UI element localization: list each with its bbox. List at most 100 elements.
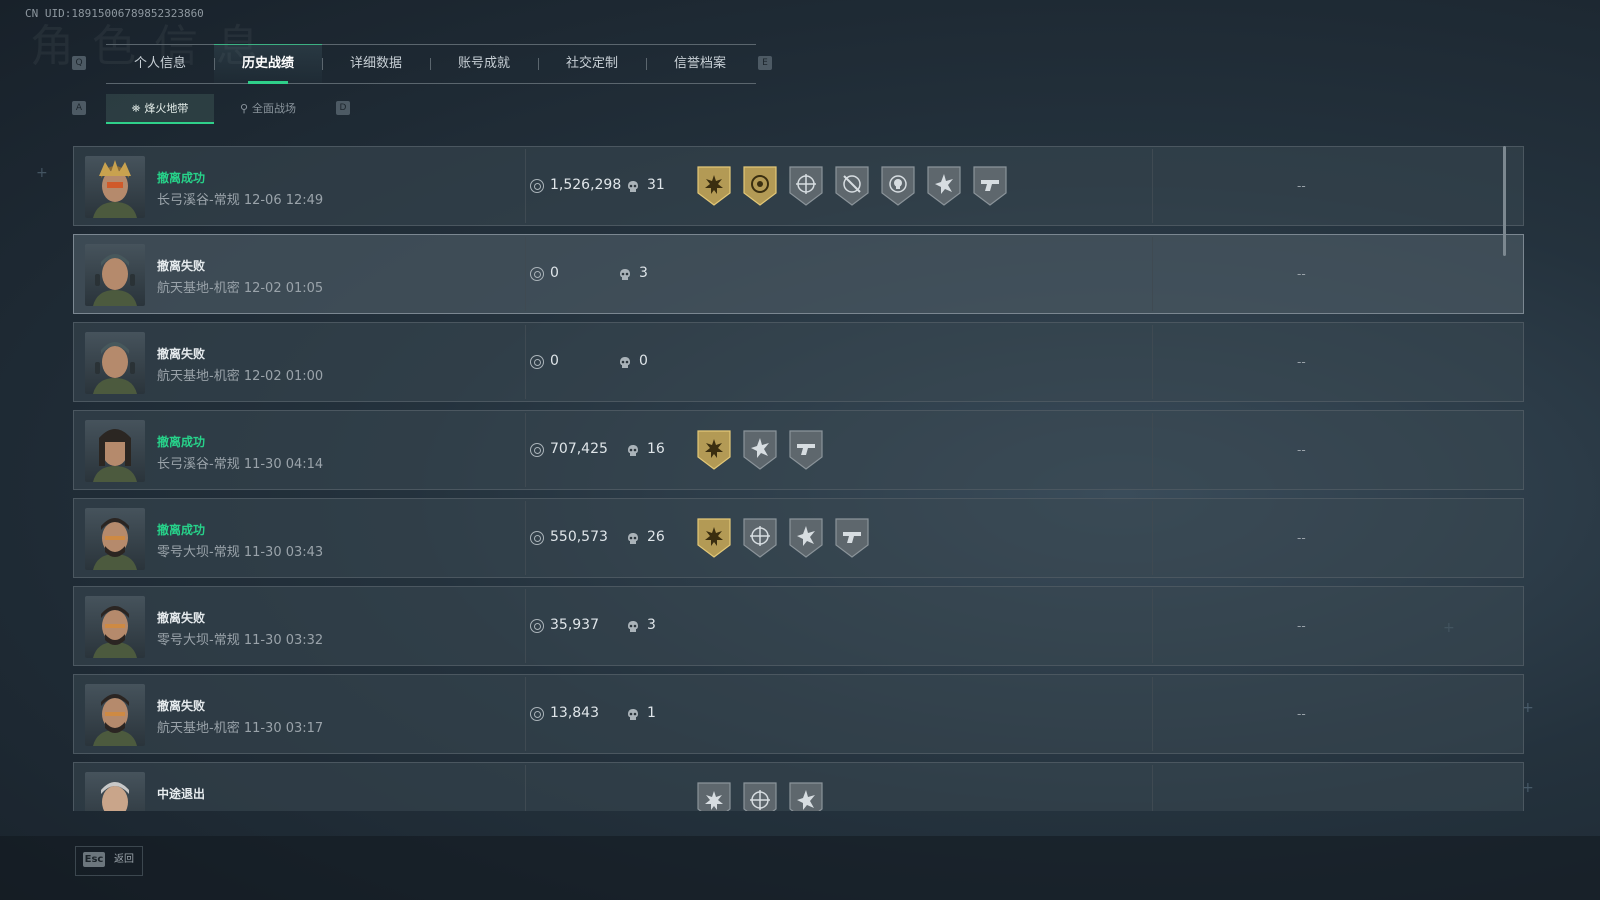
- loot-value: 0: [550, 353, 559, 369]
- sunburst-icon[interactable]: [696, 517, 732, 559]
- loot-value: 13,843: [550, 705, 599, 721]
- match-record-row[interactable]: 撤离失败 航天基地-机密 12-02 01:05 0 3 --: [73, 234, 1524, 314]
- kill-count: 31: [647, 177, 665, 193]
- match-record-row[interactable]: 撤离失败 航天基地-机密 11-30 03:17 13,843 1 --: [73, 674, 1524, 754]
- antenna-icon: ⚲: [239, 102, 249, 115]
- tab-prev-key[interactable]: Q: [72, 56, 86, 70]
- extra-info: --: [1297, 443, 1306, 457]
- target-ring-icon[interactable]: [742, 165, 778, 207]
- coin-value-icon: [530, 179, 544, 193]
- operator-avatar: [85, 684, 145, 746]
- column-divider: [1152, 325, 1153, 399]
- loot-value: 35,937: [550, 617, 599, 633]
- extra-info: --: [1297, 355, 1306, 369]
- map-and-time: 航天基地-机密 12-02 01:00: [157, 369, 324, 384]
- coin-value-icon: [530, 355, 544, 369]
- skull-kills-icon: [619, 355, 631, 369]
- map-and-time: 航天基地-机密 11-30 03:17: [157, 721, 324, 736]
- extra-info: --: [1297, 179, 1306, 193]
- map-and-time: 零号大坝-常规 11-30 03:32: [157, 633, 324, 648]
- skull-kills-icon: [627, 179, 639, 193]
- operator-avatar: [85, 156, 145, 218]
- star-burst-icon[interactable]: [788, 781, 824, 811]
- crosshair-decoration-icon: +: [36, 165, 48, 181]
- pistol-icon[interactable]: [788, 429, 824, 471]
- star-burst-icon[interactable]: [926, 165, 962, 207]
- achievement-badges: [696, 165, 1008, 207]
- coin-value-icon: [530, 619, 544, 633]
- tab-next-key[interactable]: E: [758, 56, 772, 70]
- match-record-row[interactable]: 撤离成功 零号大坝-常规 11-30 03:43 550,573 26 --: [73, 498, 1524, 578]
- loot-value: 550,573: [550, 529, 608, 545]
- map-and-time: 长弓溪谷-常规 12-06 12:49: [157, 193, 324, 208]
- kill-count: 1: [647, 705, 656, 721]
- star-burst-icon[interactable]: [742, 429, 778, 471]
- scrollbar[interactable]: [1503, 146, 1506, 256]
- pistol-icon[interactable]: [834, 517, 870, 559]
- column-divider: [525, 413, 526, 487]
- sunburst-icon[interactable]: [696, 781, 732, 811]
- column-divider: [1152, 413, 1153, 487]
- kill-count: 26: [647, 529, 665, 545]
- column-divider: [525, 765, 526, 811]
- esc-key[interactable]: Esc: [83, 852, 105, 867]
- map-and-time: 零号大坝-常规 11-30 03:43: [157, 545, 324, 560]
- subtab-next-key[interactable]: D: [336, 101, 350, 115]
- extraction-status: 撤离成功: [157, 171, 206, 185]
- column-divider: [525, 589, 526, 663]
- sunburst-icon[interactable]: [696, 429, 732, 471]
- extra-info: --: [1297, 531, 1306, 545]
- tab-5[interactable]: 信誉档案: [646, 45, 754, 83]
- skull-kills-icon: [627, 531, 639, 545]
- tab-0[interactable]: 个人信息: [106, 45, 214, 83]
- target-icon: ⛯: [131, 102, 141, 115]
- sunburst-icon[interactable]: [696, 165, 732, 207]
- extraction-status: 中途退出: [157, 787, 206, 801]
- kill-count: 3: [639, 265, 648, 281]
- operator-avatar: [85, 508, 145, 570]
- match-record-row[interactable]: 撤离失败 航天基地-机密 12-02 01:00 0 0 --: [73, 322, 1524, 402]
- crosshair-slash-icon[interactable]: [834, 165, 870, 207]
- match-record-row[interactable]: 撤离失败 零号大坝-常规 11-30 03:32 35,937 3 --: [73, 586, 1524, 666]
- operator-avatar: [85, 772, 145, 811]
- crosshair-icon[interactable]: [742, 517, 778, 559]
- skull-target-icon[interactable]: [880, 165, 916, 207]
- column-divider: [525, 677, 526, 751]
- extraction-status: 撤离失败: [157, 611, 206, 625]
- pistol-icon[interactable]: [972, 165, 1008, 207]
- mode-tab-1[interactable]: ⚲ 全面战场: [214, 94, 322, 124]
- crosshair-icon[interactable]: [742, 781, 778, 811]
- operator-avatar: [85, 332, 145, 394]
- column-divider: [1152, 237, 1153, 311]
- column-divider: [525, 149, 526, 223]
- skull-kills-icon: [627, 443, 639, 457]
- extraction-status: 撤离成功: [157, 435, 206, 449]
- match-record-row[interactable]: 中途退出: [73, 762, 1524, 811]
- tab-2[interactable]: 详细数据: [322, 45, 430, 83]
- crosshair-icon[interactable]: [788, 165, 824, 207]
- loot-value: 0: [550, 265, 559, 281]
- kill-count: 16: [647, 441, 665, 457]
- match-record-row[interactable]: 撤离成功 长弓溪谷-常规 11-30 04:14 707,425 16 --: [73, 410, 1524, 490]
- mode-tab-label: 烽火地带: [144, 102, 189, 115]
- column-divider: [525, 237, 526, 311]
- column-divider: [525, 325, 526, 399]
- achievement-badges: [696, 429, 824, 471]
- extraction-status: 撤离失败: [157, 347, 206, 361]
- subtab-prev-key[interactable]: A: [72, 101, 86, 115]
- mode-tab-0[interactable]: ⛯ 烽火地带: [106, 94, 214, 124]
- player-uid: CN UID:18915006789852323860: [25, 7, 204, 20]
- footer-bar: [0, 836, 1600, 900]
- coin-value-icon: [530, 443, 544, 457]
- match-history-list: 撤离成功 长弓溪谷-常规 12-06 12:49 1,526,298 31 -- 撤离…: [73, 146, 1526, 811]
- star-burst-icon[interactable]: [788, 517, 824, 559]
- column-divider: [1152, 677, 1153, 751]
- extraction-status: 撤离失败: [157, 259, 206, 273]
- extraction-status: 撤离失败: [157, 699, 206, 713]
- skull-kills-icon: [627, 619, 639, 633]
- tab-3[interactable]: 账号成就: [430, 45, 538, 83]
- tab-1[interactable]: 历史战绩: [214, 44, 322, 84]
- match-record-row[interactable]: 撤离成功 长弓溪谷-常规 12-06 12:49 1,526,298 31 --: [73, 146, 1524, 226]
- tab-4[interactable]: 社交定制: [538, 45, 646, 83]
- extra-info: --: [1297, 267, 1306, 281]
